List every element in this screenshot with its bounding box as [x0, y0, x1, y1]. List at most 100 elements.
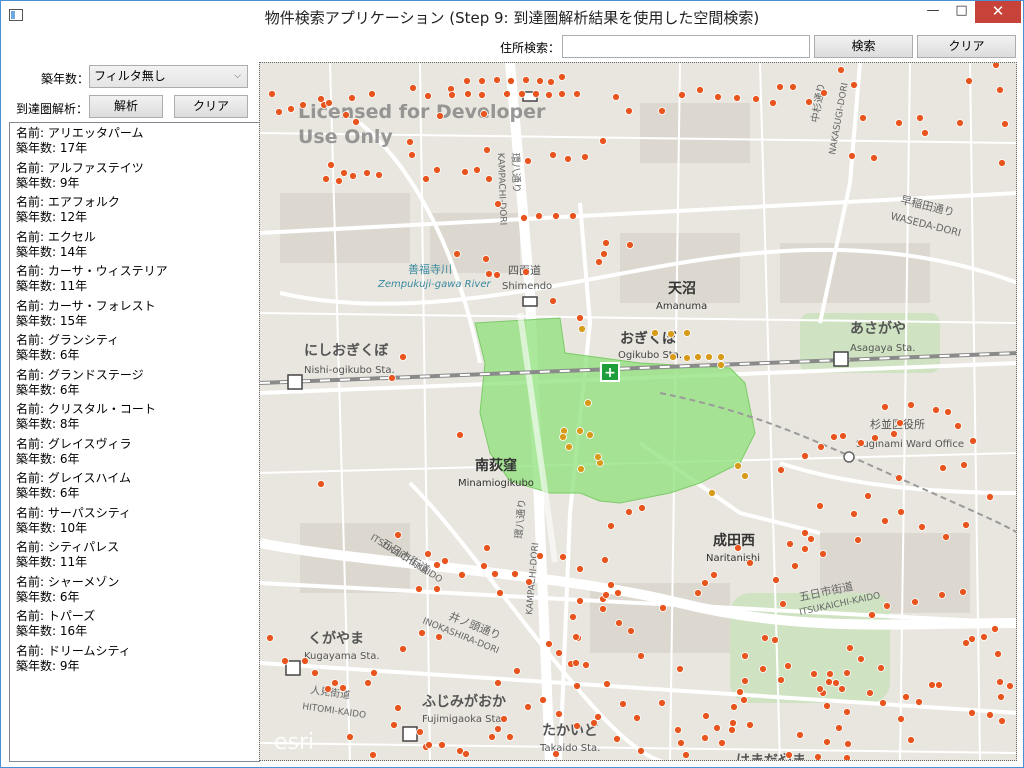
property-marker[interactable] [503, 90, 511, 98]
list-item[interactable]: 名前: アリエッタパーム 築年数: 17年 [10, 123, 259, 158]
property-marker[interactable] [895, 474, 903, 482]
property-marker[interactable] [524, 157, 532, 165]
property-marker[interactable] [573, 682, 581, 690]
property-marker[interactable] [569, 613, 577, 621]
property-marker[interactable] [536, 552, 544, 560]
property-marker[interactable] [746, 721, 754, 729]
property-marker[interactable] [435, 633, 443, 641]
property-marker[interactable] [418, 629, 426, 637]
property-marker[interactable] [299, 101, 307, 109]
property-marker[interactable] [825, 678, 833, 686]
property-marker[interactable] [576, 597, 584, 605]
property-marker[interactable] [819, 550, 827, 558]
property-marker[interactable] [600, 250, 608, 258]
property-marker[interactable] [637, 652, 645, 660]
property-marker[interactable] [539, 696, 547, 704]
property-marker[interactable] [458, 571, 466, 579]
property-marker[interactable] [708, 489, 716, 497]
property-marker[interactable] [549, 151, 557, 159]
list-item[interactable]: 名前: シティパレス 築年数: 11年 [10, 537, 259, 572]
property-marker[interactable] [496, 589, 504, 597]
property-marker[interactable] [776, 83, 784, 91]
property-marker[interactable] [784, 662, 792, 670]
minimize-button[interactable]: — [918, 1, 948, 23]
property-marker[interactable] [969, 437, 977, 445]
property-marker[interactable] [494, 679, 502, 687]
property-marker[interactable] [480, 562, 488, 570]
property-marker[interactable] [902, 693, 910, 701]
property-marker[interactable] [837, 66, 845, 74]
property-marker[interactable] [962, 521, 970, 529]
property-marker[interactable] [895, 119, 903, 127]
property-marker[interactable] [599, 137, 607, 145]
property-marker[interactable] [559, 433, 567, 441]
property-marker[interactable] [349, 172, 357, 180]
property-marker[interactable] [846, 644, 854, 652]
property-marker[interactable] [850, 510, 858, 518]
property-marker[interactable] [464, 90, 472, 98]
property-marker[interactable] [626, 241, 634, 249]
property-marker[interactable] [564, 155, 572, 163]
property-marker[interactable] [986, 493, 994, 501]
property-marker[interactable] [619, 700, 627, 708]
property-marker[interactable] [522, 76, 530, 84]
property-marker[interactable] [565, 443, 573, 451]
property-marker[interactable] [441, 557, 449, 565]
property-marker[interactable] [935, 681, 943, 689]
property-marker[interactable] [453, 250, 461, 258]
property-marker[interactable] [820, 89, 828, 97]
property-marker[interactable] [325, 99, 333, 107]
property-marker[interactable] [482, 255, 490, 263]
property-marker[interactable] [572, 659, 580, 667]
property-marker[interactable] [555, 649, 563, 657]
property-marker[interactable] [424, 92, 432, 100]
property-marker[interactable] [807, 535, 815, 543]
property-marker[interactable] [494, 200, 502, 208]
property-marker[interactable] [364, 679, 372, 687]
property-marker[interactable] [576, 565, 584, 573]
property-marker[interactable] [805, 98, 813, 106]
property-marker[interactable] [478, 91, 486, 99]
property-marker[interactable] [552, 212, 560, 220]
property-marker[interactable] [944, 408, 952, 416]
property-marker[interactable] [287, 105, 295, 113]
property-marker[interactable] [607, 522, 615, 530]
property-marker[interactable] [370, 669, 378, 677]
property-marker[interactable] [506, 733, 514, 741]
property-marker[interactable] [823, 738, 831, 746]
property-marker[interactable] [322, 175, 330, 183]
property-marker[interactable] [883, 602, 891, 610]
property-marker[interactable] [761, 634, 769, 642]
property-marker[interactable] [576, 314, 584, 322]
close-button[interactable]: ✕ [975, 1, 1021, 23]
property-marker[interactable] [317, 95, 325, 103]
property-marker[interactable] [911, 598, 919, 606]
property-marker[interactable] [408, 151, 416, 159]
property-marker[interactable] [717, 361, 725, 369]
property-marker[interactable] [729, 719, 737, 727]
property-marker[interactable] [871, 434, 879, 442]
property-marker[interactable] [843, 708, 851, 716]
property-marker[interactable] [702, 712, 710, 720]
property-marker[interactable] [494, 725, 502, 733]
property-marker[interactable] [549, 297, 557, 305]
property-marker[interactable] [363, 169, 371, 177]
list-item[interactable]: 名前: クリスタル・コート 築年数: 8年 [10, 399, 259, 434]
property-marker[interactable] [399, 645, 407, 653]
property-marker[interactable] [881, 517, 889, 525]
property-marker[interactable] [713, 724, 721, 732]
property-marker[interactable] [513, 667, 521, 675]
property-marker[interactable] [728, 726, 736, 734]
property-marker[interactable] [916, 114, 924, 122]
list-item[interactable]: 名前: カーサ・フォレスト 築年数: 15年 [10, 296, 259, 331]
property-marker[interactable] [266, 634, 274, 642]
property-marker[interactable] [777, 676, 785, 684]
property-marker[interactable] [532, 90, 540, 98]
property-marker[interactable] [268, 90, 276, 98]
property-marker[interactable] [859, 114, 867, 122]
property-marker[interactable] [921, 129, 929, 137]
property-marker[interactable] [777, 466, 785, 474]
property-marker[interactable] [342, 111, 350, 119]
property-marker[interactable] [582, 661, 590, 669]
list-item[interactable]: 名前: グレイスハイム 築年数: 6年 [10, 468, 259, 503]
